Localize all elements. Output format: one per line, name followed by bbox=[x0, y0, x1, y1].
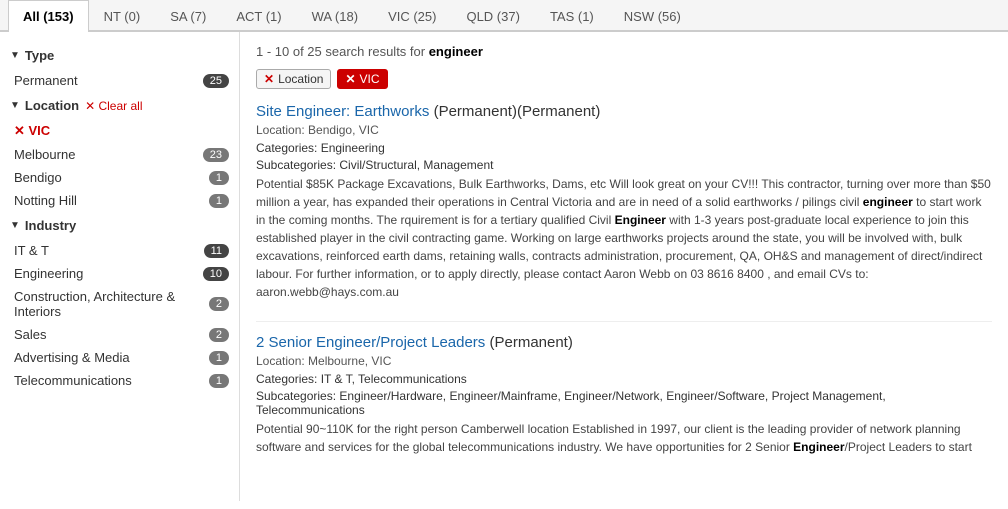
results-text: 1 - 10 of 25 search results for bbox=[256, 44, 429, 59]
advertising-media-label: Advertising & Media bbox=[14, 350, 209, 365]
job-link-1[interactable]: Site Engineer: Earthworks bbox=[256, 103, 429, 120]
tab-tas[interactable]: TAS (1) bbox=[535, 0, 609, 32]
job-title-text-2: 2 Senior Engineer/Project Leaders bbox=[256, 334, 485, 351]
filter-bendigo[interactable]: Bendigo 1 bbox=[0, 166, 239, 189]
location-tag-remove-icon: ✕ bbox=[264, 72, 274, 86]
job-suffix-2: (Permanent) bbox=[489, 334, 572, 351]
industry-section-header[interactable]: ▼ Industry bbox=[0, 212, 239, 239]
filter-sales[interactable]: Sales 2 bbox=[0, 323, 239, 346]
job-location-2: Location: Melbourne, VIC bbox=[256, 354, 992, 368]
bendigo-label: Bendigo bbox=[14, 170, 209, 185]
engineering-count: 10 bbox=[203, 267, 229, 281]
vic-tag-label: VIC bbox=[360, 72, 380, 86]
job-divider bbox=[256, 321, 992, 322]
job-listing-1: Site Engineer: Earthworks (Permanent)(Pe… bbox=[256, 103, 992, 301]
permanent-count: 25 bbox=[203, 74, 229, 88]
construction-count: 2 bbox=[209, 297, 229, 311]
job-link-2[interactable]: 2 Senior Engineer/Project Leaders bbox=[256, 334, 485, 351]
location-section-header[interactable]: ▼ Location ✕ Clear all bbox=[0, 92, 239, 119]
filter-it-t[interactable]: IT & T 11 bbox=[0, 239, 239, 262]
industry-arrow-icon: ▼ bbox=[10, 220, 20, 231]
melbourne-count: 23 bbox=[203, 148, 229, 162]
job-categories-1: Categories: Engineering bbox=[256, 141, 992, 155]
telecommunications-label: Telecommunications bbox=[14, 373, 209, 388]
type-arrow-icon: ▼ bbox=[10, 50, 20, 61]
construction-label: Construction, Architecture & Interiors bbox=[14, 289, 209, 319]
filter-permanent[interactable]: Permanent 25 bbox=[0, 69, 239, 92]
industry-label: Industry bbox=[25, 218, 76, 233]
tab-vic[interactable]: VIC (25) bbox=[373, 0, 451, 32]
content-area: 1 - 10 of 25 search results for engineer… bbox=[240, 32, 1008, 501]
job-subcategories-1: Subcategories: Civil/Structural, Managem… bbox=[256, 158, 992, 172]
job-title-text-1: Site Engineer: Earthworks bbox=[256, 103, 429, 120]
filter-construction[interactable]: Construction, Architecture & Interiors 2 bbox=[0, 285, 239, 323]
sidebar: ▼ Type Permanent 25 ▼ Location ✕ Clear a… bbox=[0, 32, 240, 501]
notting-hill-label: Notting Hill bbox=[14, 193, 209, 208]
type-section-header[interactable]: ▼ Type bbox=[0, 42, 239, 69]
filter-melbourne[interactable]: Melbourne 23 bbox=[0, 143, 239, 166]
results-summary: 1 - 10 of 25 search results for engineer bbox=[256, 44, 992, 59]
tab-all[interactable]: All (153) bbox=[8, 0, 89, 32]
job-subcategories-2: Subcategories: Engineer/Hardware, Engine… bbox=[256, 389, 992, 417]
filter-engineering[interactable]: Engineering 10 bbox=[0, 262, 239, 285]
permanent-label: Permanent bbox=[14, 73, 203, 88]
advertising-media-count: 1 bbox=[209, 351, 229, 365]
tab-act[interactable]: ACT (1) bbox=[221, 0, 296, 32]
job-categories-2: Categories: IT & T, Telecommunications bbox=[256, 372, 992, 386]
engineering-label: Engineering bbox=[14, 266, 203, 281]
location-arrow-icon: ▼ bbox=[10, 100, 20, 111]
vic-filter-tag[interactable]: ✕ VIC bbox=[337, 69, 387, 89]
tab-sa[interactable]: SA (7) bbox=[155, 0, 221, 32]
job-suffix-1: (Permanent) bbox=[434, 103, 517, 120]
filter-vic-active[interactable]: ✕ VIC bbox=[0, 119, 239, 143]
vic-tag-remove-icon: ✕ bbox=[345, 72, 355, 86]
filter-tags: ✕ Location ✕ VIC bbox=[256, 69, 992, 89]
location-label: Location bbox=[25, 98, 79, 113]
location-filter-tag[interactable]: ✕ Location bbox=[256, 69, 331, 89]
it-t-count: 11 bbox=[204, 244, 229, 258]
job-title-2: 2 Senior Engineer/Project Leaders (Perma… bbox=[256, 334, 992, 351]
type-label: Type bbox=[25, 48, 54, 63]
filter-advertising-media[interactable]: Advertising & Media 1 bbox=[0, 346, 239, 369]
filter-telecommunications[interactable]: Telecommunications 1 bbox=[0, 369, 239, 392]
main-layout: ▼ Type Permanent 25 ▼ Location ✕ Clear a… bbox=[0, 32, 1008, 501]
job-title-1: Site Engineer: Earthworks (Permanent)(Pe… bbox=[256, 103, 992, 120]
job-listing-2: 2 Senior Engineer/Project Leaders (Perma… bbox=[256, 334, 992, 456]
it-t-label: IT & T bbox=[14, 243, 204, 258]
tab-wa[interactable]: WA (18) bbox=[297, 0, 373, 32]
sales-label: Sales bbox=[14, 327, 209, 342]
tab-nt[interactable]: NT (0) bbox=[89, 0, 156, 32]
clear-all-link[interactable]: ✕ Clear all bbox=[85, 99, 142, 113]
melbourne-label: Melbourne bbox=[14, 147, 203, 162]
bendigo-count: 1 bbox=[209, 171, 229, 185]
job-description-2: Potential 90~110K for the right person C… bbox=[256, 420, 992, 456]
results-keyword: engineer bbox=[429, 44, 483, 59]
sales-count: 2 bbox=[209, 328, 229, 342]
filter-notting-hill[interactable]: Notting Hill 1 bbox=[0, 189, 239, 212]
telecommunications-count: 1 bbox=[209, 374, 229, 388]
tab-bar: All (153) NT (0) SA (7) ACT (1) WA (18) … bbox=[0, 0, 1008, 32]
tab-qld[interactable]: QLD (37) bbox=[451, 0, 534, 32]
tab-nsw[interactable]: NSW (56) bbox=[609, 0, 696, 32]
job-description-1: Potential $85K Package Excavations, Bulk… bbox=[256, 175, 992, 301]
notting-hill-count: 1 bbox=[209, 194, 229, 208]
location-tag-label: Location bbox=[278, 72, 323, 86]
job-location-1: Location: Bendigo, VIC bbox=[256, 123, 992, 137]
